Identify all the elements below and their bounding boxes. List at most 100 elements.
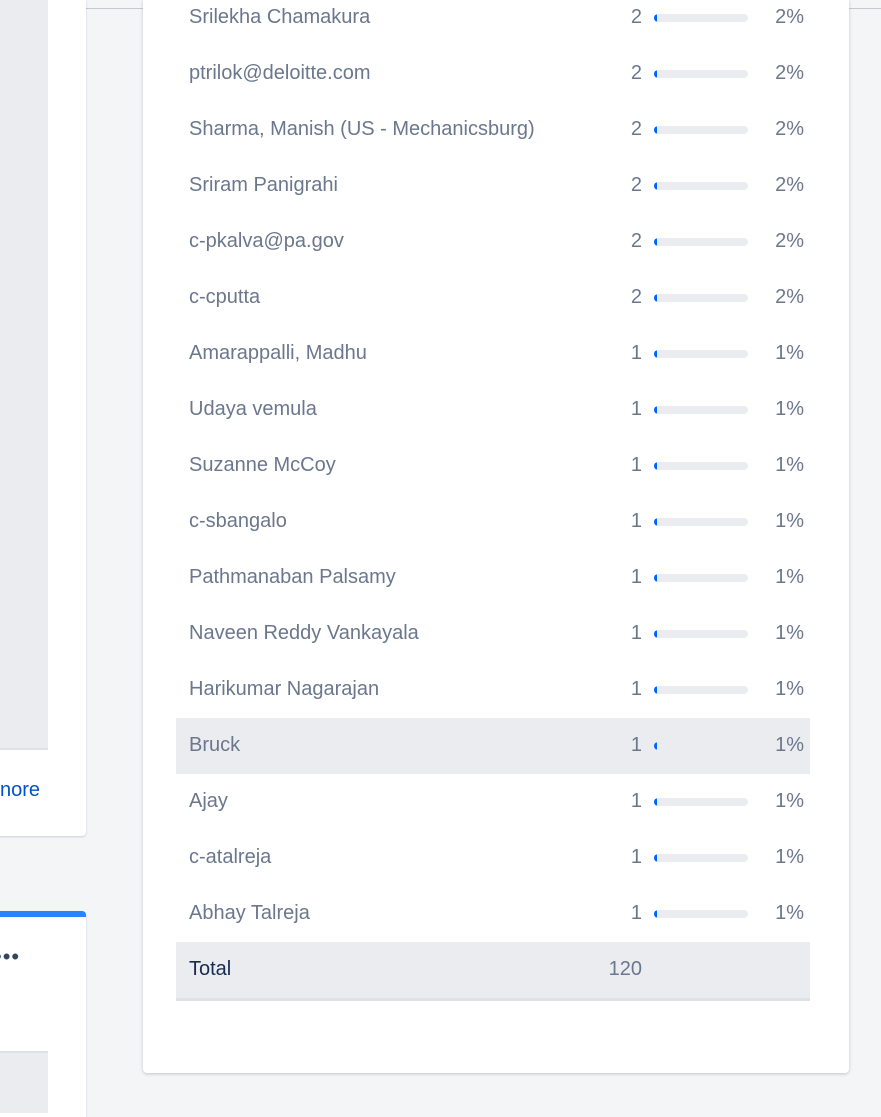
percentage-value: 1% [775,734,804,756]
issue-count[interactable]: 2 [576,285,642,309]
percentage-bar-fill [654,462,657,470]
assignee-name[interactable]: c-atalreja [189,845,271,869]
percentage-bar [654,686,748,694]
table-row[interactable]: Bruck 1 1% [176,718,810,774]
total-row: Total 120 [176,942,810,1001]
percentage-value: 2% [775,118,804,140]
percentage-value: 2% [775,174,804,196]
issue-count[interactable]: 1 [576,565,642,589]
table-row[interactable]: Udaya vemula 1 1% [176,382,810,438]
assignee-name[interactable]: c-cputta [189,285,260,309]
issue-count[interactable]: 1 [576,509,642,533]
percentage-bar [654,574,748,582]
assignee-name[interactable]: Sharma, Manish (US - Mechanicsburg) [189,117,535,141]
table-row[interactable]: Naveen Reddy Vankayala 1 1% [176,606,810,662]
issue-count[interactable]: 1 [576,845,642,869]
assignee-name[interactable]: Srilekha Chamakura [189,5,370,29]
show-more-link[interactable]: nore [0,778,40,802]
percentage-value: 1% [775,902,804,924]
percentage-value: 1% [775,622,804,644]
percentage-bar-fill [654,910,657,918]
percentage-value: 1% [775,342,804,364]
percentage-bar-fill [654,686,657,694]
left-panel-content-area [0,0,48,750]
percentage-bar-fill [654,70,657,78]
issue-count[interactable]: 1 [576,453,642,477]
percentage-bar-fill [654,854,657,862]
table-row[interactable]: Pathmanaban Palsamy 1 1% [176,550,810,606]
assignee-name[interactable]: c-pkalva@pa.gov [189,229,344,253]
left-gadget-content-area [0,1051,48,1113]
assignee-name[interactable]: ptrilok@deloitte.com [189,61,370,85]
issue-count[interactable]: 1 [576,397,642,421]
issue-count[interactable]: 2 [576,117,642,141]
percentage-bar-fill [654,574,657,582]
assignee-name[interactable]: Sriram Panigrahi [189,173,338,197]
assignee-name[interactable]: Pathmanaban Palsamy [189,565,396,589]
percentage-bar-fill [654,126,657,134]
issue-count[interactable]: 1 [576,341,642,365]
table-row[interactable]: c-cputta 2 2% [176,270,810,326]
percentage-value: 1% [775,790,804,812]
issue-count[interactable]: 2 [576,173,642,197]
percentage-bar-fill [654,742,657,750]
percentage-bar [654,910,748,918]
issue-count[interactable]: 1 [576,789,642,813]
percentage-value: 1% [775,678,804,700]
table-row[interactable]: Abhay Talreja 1 1% [176,886,810,942]
assignee-name[interactable]: Amarappalli, Madhu [189,341,367,365]
percentage-bar [654,126,748,134]
table-row[interactable]: Sharma, Manish (US - Mechanicsburg) 2 2% [176,102,810,158]
percentage-bar [654,630,748,638]
table-row[interactable]: c-sbangalo 1 1% [176,494,810,550]
issue-count[interactable]: 2 [576,229,642,253]
percentage-value: 2% [775,286,804,308]
percentage-bar [654,70,748,78]
total-value: 120 [608,958,642,980]
assignee-name[interactable]: c-sbangalo [189,509,287,533]
percentage-value: 1% [775,398,804,420]
total-label: Total [189,958,232,980]
table-row[interactable]: Amarappalli, Madhu 1 1% [176,326,810,382]
more-options-icon[interactable]: ••• [0,946,20,968]
percentage-bar [654,742,748,750]
assignee-name[interactable]: Bruck [189,733,240,757]
issue-count[interactable]: 2 [576,61,642,85]
table-row[interactable]: Harikumar Nagarajan 1 1% [176,662,810,718]
percentage-bar-fill [654,518,657,526]
assignee-name[interactable]: Naveen Reddy Vankayala [189,621,419,645]
assignee-name[interactable]: Udaya vemula [189,397,317,421]
table-row[interactable]: Ajay 1 1% [176,774,810,830]
assignee-name[interactable]: Harikumar Nagarajan [189,677,379,701]
issue-count[interactable]: 1 [576,733,642,757]
percentage-bar [654,182,748,190]
percentage-value: 2% [775,6,804,28]
assignee-name[interactable]: Abhay Talreja [189,901,310,925]
table-row[interactable]: Sriram Panigrahi 2 2% [176,158,810,214]
statistics-table: Srilekha Chamakura 2 2% ptrilok@deloitte.co… [176,0,810,1001]
issue-count[interactable]: 2 [576,5,642,29]
issue-count[interactable]: 1 [576,901,642,925]
table-row[interactable]: ptrilok@deloitte.com 2 2% [176,46,810,102]
table-row[interactable]: Srilekha Chamakura 2 2% [176,0,810,46]
assignee-name[interactable]: Ajay [189,789,228,813]
table-row[interactable]: Suzanne McCoy 1 1% [176,438,810,494]
percentage-bar [654,462,748,470]
percentage-bar-fill [654,798,657,806]
percentage-value: 1% [775,454,804,476]
issue-count[interactable]: 1 [576,621,642,645]
percentage-bar-fill [654,406,657,414]
left-gadget-card: ••• [0,911,86,1117]
percentage-bar [654,294,748,302]
table-row[interactable]: c-pkalva@pa.gov 2 2% [176,214,810,270]
percentage-bar-fill [654,630,657,638]
percentage-bar-fill [654,350,657,358]
assignee-name[interactable]: Suzanne McCoy [189,453,336,477]
percentage-bar [654,14,748,22]
percentage-bar-fill [654,238,657,246]
percentage-value: 2% [775,62,804,84]
table-row[interactable]: c-atalreja 1 1% [176,830,810,886]
percentage-bar [654,350,748,358]
percentage-bar [654,798,748,806]
issue-count[interactable]: 1 [576,677,642,701]
